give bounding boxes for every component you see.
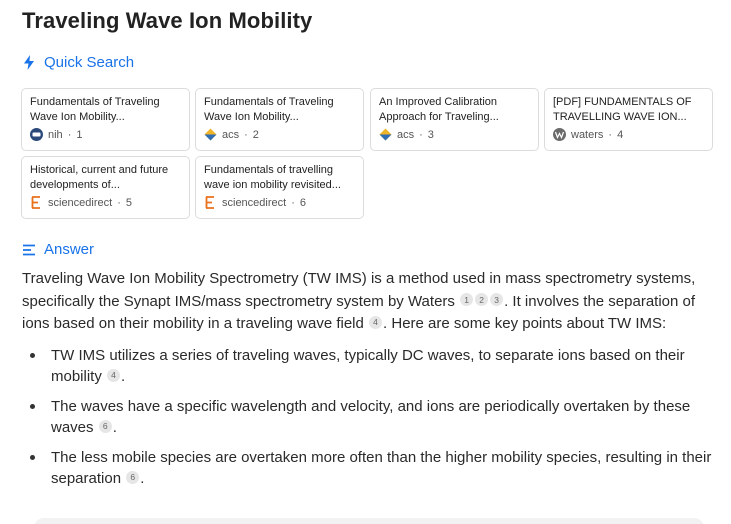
citation-badge[interactable]: 1 xyxy=(460,293,474,307)
acs-icon xyxy=(379,128,392,141)
source-number: 5 xyxy=(125,196,132,209)
source-card[interactable]: Fundamentals of travelling wave ion mobi… xyxy=(195,156,364,219)
quick-search-label: Quick Search xyxy=(44,54,135,71)
source-number: 6 xyxy=(299,196,306,209)
answer-paragraph: Traveling Wave Ion Mobility Spectrometry… xyxy=(22,268,712,336)
source-name: nih xyxy=(48,128,63,141)
source-card[interactable]: Historical, current and future developme… xyxy=(21,156,190,219)
source-card-title: Fundamentals of Traveling Wave Ion Mobil… xyxy=(30,96,160,123)
source-number: 1 xyxy=(76,128,83,141)
list-item: The waves have a specific wavelength and… xyxy=(22,396,712,439)
source-card-title: Fundamentals of Traveling Wave Ion Mobil… xyxy=(204,96,334,123)
list-item: TW IMS utilizes a series of traveling wa… xyxy=(22,345,712,388)
followup-input-bar[interactable] xyxy=(34,518,704,524)
source-card[interactable]: Fundamentals of Traveling Wave Ion Mobil… xyxy=(195,88,364,151)
source-name: sciencedirect xyxy=(48,196,113,209)
citation-badge[interactable]: 6 xyxy=(98,420,112,434)
citation-badge[interactable]: 6 xyxy=(126,471,140,485)
quick-search-header: Quick Search xyxy=(22,54,134,71)
source-card-title: An Improved Calibration Approach for Tra… xyxy=(379,96,499,123)
elsevier-icon xyxy=(30,196,43,209)
source-number: 2 xyxy=(252,128,259,141)
answer-text: . Here are some key points about TW IMS: xyxy=(383,315,667,332)
source-card[interactable]: An Improved Calibration Approach for Tra… xyxy=(370,88,539,151)
source-name: sciencedirect xyxy=(222,196,287,209)
citation-badge[interactable]: 3 xyxy=(490,293,504,307)
key-points-list: TW IMS utilizes a series of traveling wa… xyxy=(22,345,712,490)
nih-icon xyxy=(30,128,43,141)
citation-badge[interactable]: 4 xyxy=(369,315,383,329)
source-name: acs xyxy=(222,128,240,141)
acs-icon xyxy=(204,128,217,141)
source-card-title: Historical, current and future developme… xyxy=(30,164,169,191)
list-item: The less mobile species are overtaken mo… xyxy=(22,447,712,490)
source-card[interactable]: [PDF] FUNDAMENTALS OF TRAVELLING WAVE IO… xyxy=(544,88,713,151)
answer-body: Traveling Wave Ion Mobility Spectrometry… xyxy=(22,268,712,498)
source-card-title: Fundamentals of travelling wave ion mobi… xyxy=(204,164,341,191)
answer-header: Answer xyxy=(22,241,94,258)
waters-icon xyxy=(553,128,566,141)
citation-badge[interactable]: 2 xyxy=(475,293,489,307)
page-title: Traveling Wave Ion Mobility xyxy=(22,8,313,33)
source-name: acs xyxy=(397,128,415,141)
source-number: 4 xyxy=(617,128,624,141)
source-card[interactable]: Fundamentals of Traveling Wave Ion Mobil… xyxy=(21,88,190,151)
answer-label: Answer xyxy=(44,241,95,258)
lightning-icon xyxy=(22,55,36,71)
source-card-title: [PDF] FUNDAMENTALS OF TRAVELLING WAVE IO… xyxy=(553,96,692,123)
elsevier-icon xyxy=(204,196,217,209)
source-number: 3 xyxy=(427,128,434,141)
list-lines-icon xyxy=(22,242,36,258)
citation-badge[interactable]: 4 xyxy=(107,369,121,383)
source-name: waters xyxy=(571,128,604,141)
